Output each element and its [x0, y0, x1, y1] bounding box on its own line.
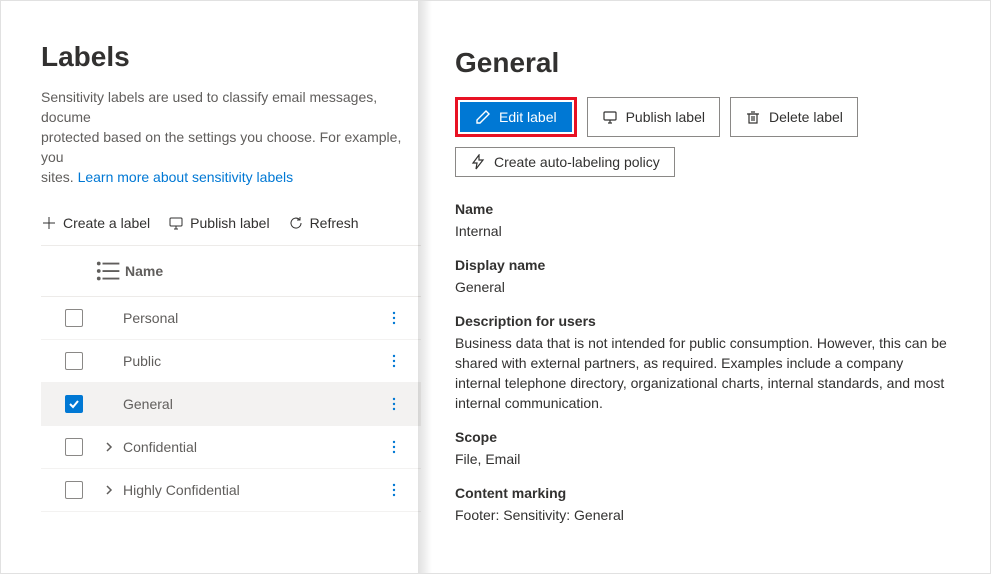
- table-row[interactable]: Highly Confidential: [41, 469, 421, 512]
- labels-table-body: Personal Public General Confidential Highly …: [41, 297, 421, 512]
- delete-label-button[interactable]: Delete label: [730, 97, 858, 137]
- chevron-right-icon[interactable]: [103, 441, 115, 453]
- edit-label-text: Edit label: [499, 109, 557, 125]
- field-value: File, Email: [455, 449, 950, 469]
- learn-more-link[interactable]: Learn more about sensitivity labels: [78, 169, 294, 185]
- table-row[interactable]: Personal: [41, 297, 421, 340]
- field-label: Scope: [455, 429, 950, 445]
- table-header: Name: [41, 245, 421, 297]
- lightning-icon: [470, 154, 486, 170]
- field-value: Internal: [455, 221, 950, 241]
- desc-line3: sites.: [41, 169, 78, 185]
- publish-label-text: Publish label: [190, 215, 269, 231]
- field-label: Name: [455, 201, 950, 217]
- create-label-button[interactable]: Create a label: [41, 215, 150, 231]
- detail-field: Content marking Footer: Sensitivity: Gene…: [455, 485, 950, 525]
- more-vertical-icon: [386, 353, 402, 369]
- desc-line2: protected based on the settings you choo…: [41, 129, 401, 165]
- more-vertical-icon: [386, 482, 402, 498]
- row-name: Highly Confidential: [123, 482, 379, 498]
- row-name: Personal: [123, 310, 379, 326]
- page-description: Sensitivity labels are used to classify …: [41, 87, 421, 187]
- publish-label-detail-text: Publish label: [626, 109, 705, 125]
- create-label-text: Create a label: [63, 215, 150, 231]
- detail-field: Name Internal: [455, 201, 950, 241]
- command-bar: Create a label Publish label Refresh: [41, 207, 421, 245]
- more-vertical-icon: [386, 396, 402, 412]
- detail-actions-row-2: Create auto-labeling policy: [455, 147, 950, 177]
- trash-icon: [745, 109, 761, 125]
- refresh-button[interactable]: Refresh: [288, 215, 359, 231]
- create-auto-labeling-button[interactable]: Create auto-labeling policy: [455, 147, 675, 177]
- monitor-icon: [168, 215, 184, 231]
- table-row[interactable]: Confidential: [41, 426, 421, 469]
- detail-fields: Name Internal Display name General Descripti…: [455, 201, 950, 525]
- row-more-button[interactable]: [379, 482, 409, 498]
- detail-field: Display name General: [455, 257, 950, 297]
- row-checkbox[interactable]: [65, 352, 83, 370]
- create-auto-labeling-text: Create auto-labeling policy: [494, 154, 660, 170]
- list-icon: [95, 256, 125, 286]
- edit-label-button[interactable]: Edit label: [460, 102, 572, 132]
- field-value: Footer: Sensitivity: General: [455, 505, 950, 525]
- row-more-button[interactable]: [379, 310, 409, 326]
- labels-list-pane: Labels Sensitivity labels are used to cl…: [1, 1, 421, 573]
- refresh-text: Refresh: [310, 215, 359, 231]
- row-more-button[interactable]: [379, 439, 409, 455]
- table-row[interactable]: Public: [41, 340, 421, 383]
- detail-field: Description for users Business data that …: [455, 313, 950, 413]
- row-checkbox[interactable]: [65, 481, 83, 499]
- column-header-name[interactable]: Name: [125, 263, 379, 279]
- row-checkbox[interactable]: [65, 395, 83, 413]
- row-name: Confidential: [123, 439, 379, 455]
- delete-label-text: Delete label: [769, 109, 843, 125]
- edit-button-highlight: Edit label: [455, 97, 577, 137]
- table-row[interactable]: General: [41, 383, 421, 426]
- row-checkbox[interactable]: [65, 438, 83, 456]
- detail-field: Scope File, Email: [455, 429, 950, 469]
- row-more-button[interactable]: [379, 396, 409, 412]
- more-vertical-icon: [386, 310, 402, 326]
- field-label: Content marking: [455, 485, 950, 501]
- row-name: General: [123, 396, 379, 412]
- detail-actions-row-1: Edit label Publish label Delete label: [455, 97, 950, 137]
- chevron-right-icon[interactable]: [103, 484, 115, 496]
- row-name: Public: [123, 353, 379, 369]
- field-label: Display name: [455, 257, 950, 273]
- field-value: Business data that is not intended for p…: [455, 333, 950, 413]
- publish-label-detail-button[interactable]: Publish label: [587, 97, 720, 137]
- monitor-icon: [602, 109, 618, 125]
- row-more-button[interactable]: [379, 353, 409, 369]
- plus-icon: [41, 215, 57, 231]
- refresh-icon: [288, 215, 304, 231]
- pencil-icon: [475, 109, 491, 125]
- row-checkbox[interactable]: [65, 309, 83, 327]
- field-label: Description for users: [455, 313, 950, 329]
- more-vertical-icon: [386, 439, 402, 455]
- label-detail-pane: General Edit label Publish label Delete …: [421, 1, 990, 573]
- detail-title: General: [455, 47, 950, 79]
- desc-line1: Sensitivity labels are used to classify …: [41, 89, 377, 125]
- field-value: General: [455, 277, 950, 297]
- publish-label-button[interactable]: Publish label: [168, 215, 269, 231]
- page-title: Labels: [41, 41, 421, 73]
